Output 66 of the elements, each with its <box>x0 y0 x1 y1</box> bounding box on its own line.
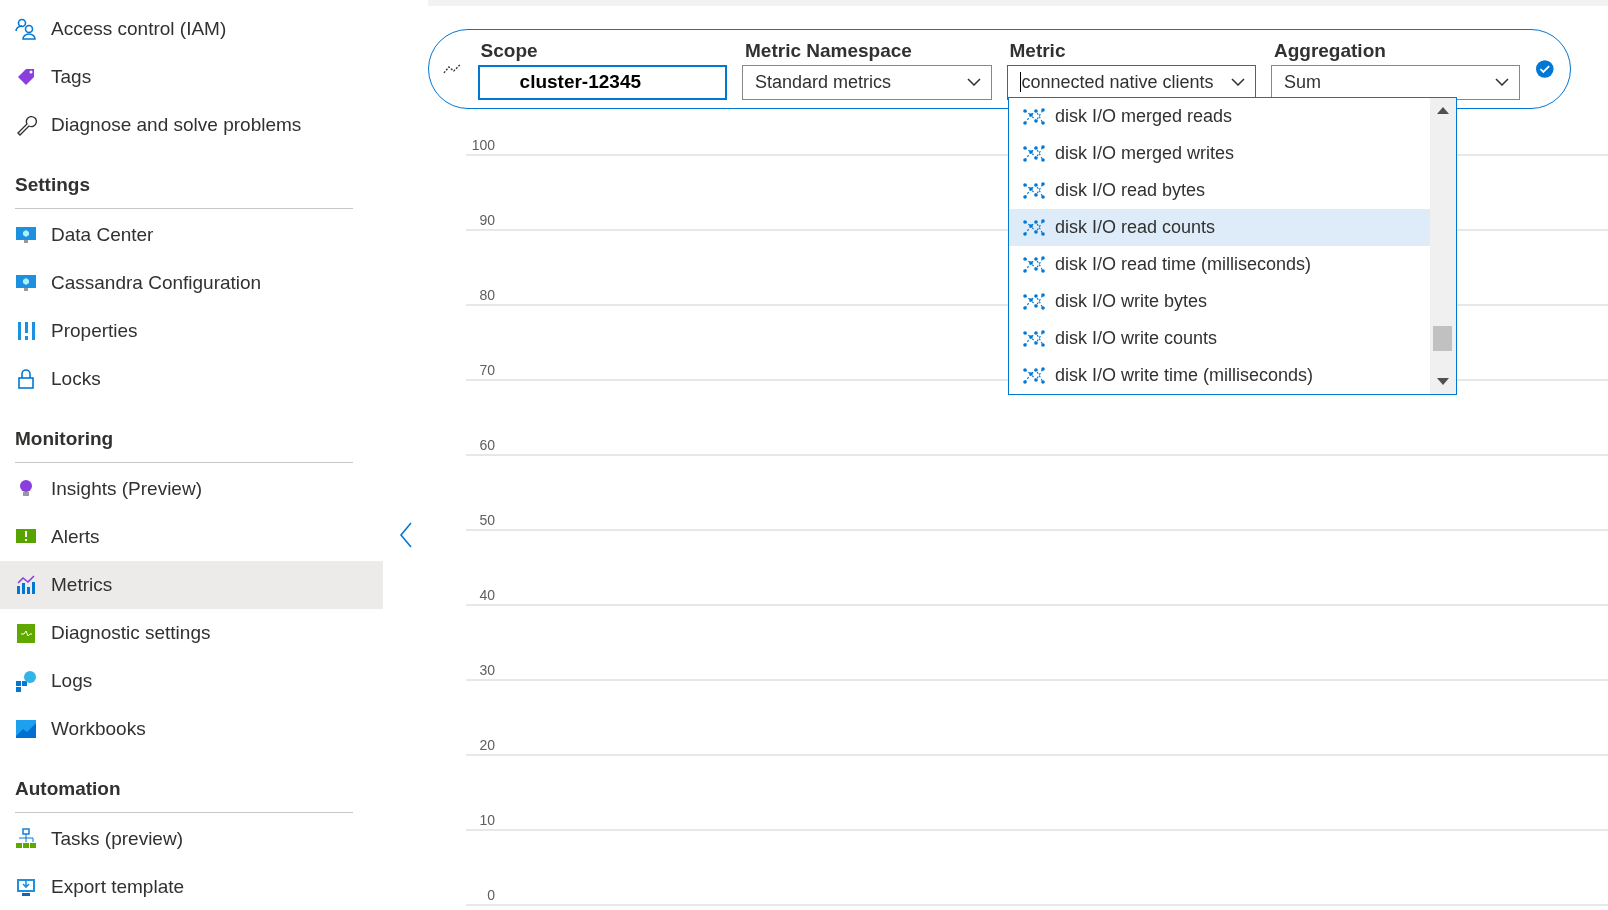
sidebar-item[interactable]: Diagnostic settings <box>0 609 383 657</box>
line-chart-icon <box>443 63 463 75</box>
logs-icon <box>15 670 37 692</box>
check-circle-icon[interactable] <box>1535 59 1555 79</box>
chevron-down-icon <box>1230 78 1245 86</box>
scatter-icon <box>1023 254 1045 275</box>
lock-icon <box>15 368 37 390</box>
chevron-down-icon <box>966 78 981 86</box>
sidebar-item[interactable]: Data Center <box>0 211 383 259</box>
section-heading: Automation <box>15 777 353 813</box>
axis-label: 100 <box>471 137 495 153</box>
scatter-icon <box>1023 291 1045 312</box>
sidebar-item[interactable]: Tags <box>0 53 383 101</box>
arrow-up-icon[interactable] <box>1437 106 1449 114</box>
scatter-icon <box>1023 217 1045 238</box>
monitor-icon <box>15 224 37 246</box>
scrollbar[interactable] <box>1430 98 1456 394</box>
axis-label: 80 <box>479 287 495 303</box>
arrow-down-icon[interactable] <box>1437 378 1449 386</box>
scatter-icon <box>1023 143 1045 164</box>
axis-label: 20 <box>479 737 495 753</box>
sidebar-item[interactable]: Tasks (preview) <box>0 815 383 863</box>
field-label: Scope <box>479 38 539 63</box>
scatter-icon <box>1023 106 1045 127</box>
axis-label: 90 <box>479 212 495 228</box>
scope-input[interactable]: cluster-12345 <box>477 64 728 100</box>
pulse-icon <box>15 622 37 644</box>
wrench-icon <box>15 114 37 136</box>
scatter-icon <box>1023 180 1045 201</box>
sidebar-item[interactable]: Workbooks <box>0 705 383 753</box>
field-label: Metric Namespace <box>744 38 913 63</box>
axis-label: 10 <box>479 812 495 828</box>
chevron-left-icon[interactable] <box>398 522 413 548</box>
scatter-icon <box>1023 365 1045 386</box>
scatter-icon <box>1023 328 1045 349</box>
axis-label: 70 <box>479 362 495 378</box>
axis-label: 50 <box>479 512 495 528</box>
sidebar-item[interactable]: Logs <box>0 657 383 705</box>
section-heading: Settings <box>15 173 353 209</box>
chart-icon <box>15 574 37 596</box>
field-label: Aggregation <box>1272 38 1387 63</box>
section-heading: Monitoring <box>15 427 353 463</box>
sidebar-item[interactable]: Export template <box>0 863 383 910</box>
hierarchy-icon <box>15 828 37 850</box>
sidebar-item[interactable]: Metrics <box>0 561 383 609</box>
sidebar-item[interactable]: Properties <box>0 307 383 355</box>
axis-label: 60 <box>479 437 495 453</box>
area-chart-icon <box>15 718 37 740</box>
select-field[interactable]: Standard metrics <box>742 64 992 100</box>
field-label: Metric <box>1008 38 1067 63</box>
people-icon <box>15 18 37 40</box>
download-icon <box>15 876 37 898</box>
scrollbar-thumb[interactable] <box>1433 326 1452 351</box>
sidebar-item[interactable]: Insights (Preview) <box>0 465 383 513</box>
sidebar-item[interactable]: Locks <box>0 355 383 403</box>
dropdown-option[interactable]: disk I/O read counts <box>1009 209 1430 246</box>
sidebar-item[interactable]: Access control (IAM) <box>0 5 383 53</box>
sidebar-item[interactable]: Cassandra Configuration <box>0 259 383 307</box>
bars-icon <box>15 320 37 342</box>
axis-label: 30 <box>479 662 495 678</box>
chevron-down-icon <box>1495 78 1510 86</box>
axis-label: 40 <box>479 587 495 603</box>
sidebar-item[interactable]: Alerts <box>0 513 383 561</box>
monitor-icon <box>15 272 37 294</box>
sidebar-item[interactable]: Diagnose and solve problems <box>0 101 383 149</box>
axis-label: 0 <box>487 887 495 903</box>
